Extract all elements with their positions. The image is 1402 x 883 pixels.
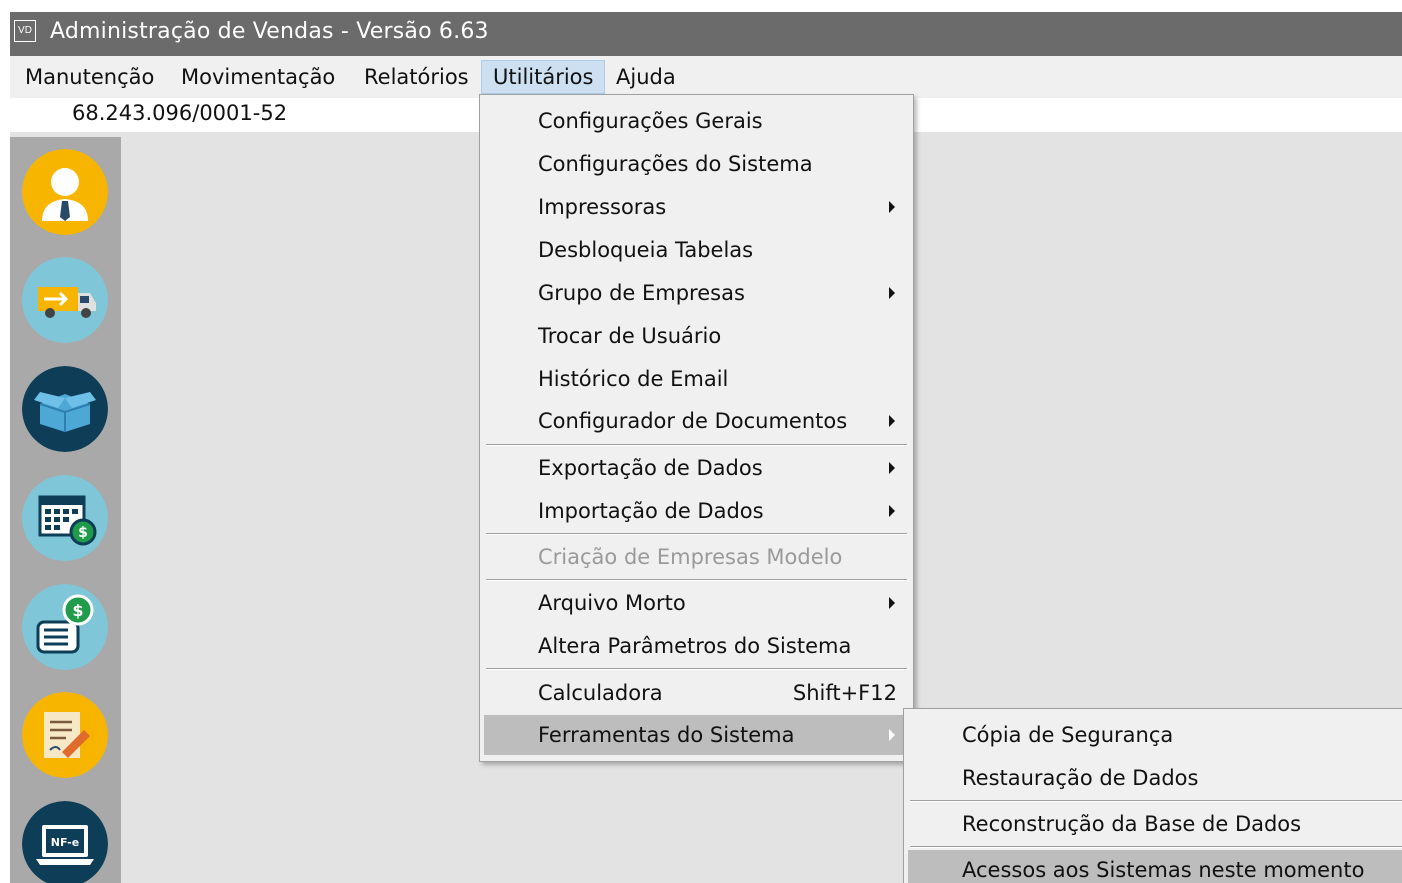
box-icon[interactable]	[22, 366, 108, 452]
company-cnpj: 68.243.096/0001-52	[72, 101, 288, 125]
submenu-arrow-icon	[889, 287, 895, 299]
svg-text:$: $	[72, 601, 83, 620]
menu-item-label: Configurador de Documentos	[538, 409, 848, 433]
sidebar: $ $ NF-e	[10, 137, 121, 883]
menu-item-reconstrucao-base[interactable]: Reconstrução da Base de Dados	[908, 804, 1402, 844]
menu-item-shortcut: Shift+F12	[792, 681, 897, 705]
menu-item-label: Criação de Empresas Modelo	[538, 545, 843, 569]
menu-manutencao[interactable]: Manutenção	[14, 60, 165, 94]
submenu-arrow-icon	[889, 505, 895, 517]
menu-item-altera-parametros[interactable]: Altera Parâmetros do Sistema	[484, 626, 909, 666]
submenu-arrow-icon	[889, 462, 895, 474]
menu-utilitarios[interactable]: Utilitários	[481, 60, 606, 94]
submenu-arrow-icon	[889, 201, 895, 213]
app-window: VD Administração de Vendas - Versão 6.63…	[10, 12, 1402, 883]
menu-item-configuracoes-sistema[interactable]: Configurações do Sistema	[484, 144, 909, 184]
menu-separator	[910, 800, 1402, 802]
menu-item-impressoras[interactable]: Impressoras	[484, 187, 909, 227]
menu-item-label: Impressoras	[538, 195, 667, 219]
menu-item-exportacao-dados[interactable]: Exportação de Dados	[484, 448, 909, 488]
menu-separator	[486, 444, 907, 446]
menu-item-acessos-sistemas[interactable]: Acessos aos Sistemas neste momento	[908, 850, 1402, 883]
menu-ajuda[interactable]: Ajuda	[605, 60, 687, 94]
menu-item-desbloqueia-tabelas[interactable]: Desbloqueia Tabelas	[484, 230, 909, 270]
menu-item-label: Histórico de Email	[538, 367, 729, 391]
menu-item-label: Arquivo Morto	[538, 591, 686, 615]
submenu-arrow-icon	[889, 415, 895, 427]
svg-text:NF-e: NF-e	[51, 836, 79, 849]
menu-movimentacao[interactable]: Movimentação	[170, 60, 346, 94]
menu-item-label: Importação de Dados	[538, 499, 764, 523]
submenu-arrow-icon	[889, 597, 895, 609]
menu-separator	[486, 579, 907, 581]
menu-separator	[486, 533, 907, 535]
document-sign-icon[interactable]	[22, 692, 108, 778]
menu-item-label: Grupo de Empresas	[538, 281, 745, 305]
menu-item-criacao-empresas-modelo: Criação de Empresas Modelo	[484, 537, 909, 577]
menu-item-historico-email[interactable]: Histórico de Email	[484, 359, 909, 399]
menu-item-arquivo-morto[interactable]: Arquivo Morto	[484, 583, 909, 623]
menu-separator	[486, 668, 907, 670]
menu-bar: Manutenção Movimentação Relatórios Utili…	[10, 56, 1402, 98]
menu-item-label: Exportação de Dados	[538, 456, 763, 480]
calendar-money-icon[interactable]: $	[22, 475, 108, 561]
utilitarios-menu: Configurações Gerais Configurações do Si…	[479, 94, 914, 762]
menu-item-label: Desbloqueia Tabelas	[538, 238, 754, 262]
menu-item-importacao-dados[interactable]: Importação de Dados	[484, 491, 909, 531]
menu-relatorios[interactable]: Relatórios	[353, 60, 480, 94]
menu-item-label: Altera Parâmetros do Sistema	[538, 634, 852, 658]
menu-item-copia-seguranca[interactable]: Cópia de Segurança	[908, 715, 1402, 755]
svg-text:$: $	[78, 525, 88, 541]
ferramentas-submenu: Cópia de Segurança Restauração de Dados …	[903, 708, 1402, 883]
title-bar[interactable]: VD Administração de Vendas - Versão 6.63	[10, 12, 1402, 56]
menu-item-ferramentas-sistema[interactable]: Ferramentas do Sistema	[484, 715, 909, 755]
nfe-laptop-icon[interactable]: NF-e	[22, 801, 108, 883]
menu-item-label: Restauração de Dados	[962, 766, 1199, 790]
menu-item-label: Cópia de Segurança	[962, 723, 1174, 747]
truck-icon[interactable]	[22, 257, 108, 343]
window-title: Administração de Vendas - Versão 6.63	[50, 19, 489, 44]
menu-separator	[910, 846, 1402, 848]
menu-item-label: Configurações do Sistema	[538, 152, 813, 176]
menu-item-label: Configurações Gerais	[538, 109, 763, 133]
menu-item-configuracoes-gerais[interactable]: Configurações Gerais	[484, 101, 909, 141]
user-icon[interactable]	[22, 149, 108, 235]
submenu-arrow-icon	[889, 729, 895, 741]
money-document-icon[interactable]: $	[22, 584, 108, 670]
menu-item-grupo-empresas[interactable]: Grupo de Empresas	[484, 273, 909, 313]
menu-item-configurador-documentos[interactable]: Configurador de Documentos	[484, 401, 909, 441]
menu-item-restauracao-dados[interactable]: Restauração de Dados	[908, 758, 1402, 798]
menu-item-label: Acessos aos Sistemas neste momento	[962, 858, 1365, 882]
menu-item-trocar-usuario[interactable]: Trocar de Usuário	[484, 316, 909, 356]
menu-item-calculadora[interactable]: Calculadora Shift+F12	[484, 673, 909, 713]
menu-item-label: Ferramentas do Sistema	[538, 723, 795, 747]
menu-item-label: Reconstrução da Base de Dados	[962, 812, 1302, 836]
menu-item-label: Calculadora	[538, 681, 663, 705]
menu-item-label: Trocar de Usuário	[538, 324, 722, 348]
app-logo-icon: VD	[14, 20, 36, 42]
